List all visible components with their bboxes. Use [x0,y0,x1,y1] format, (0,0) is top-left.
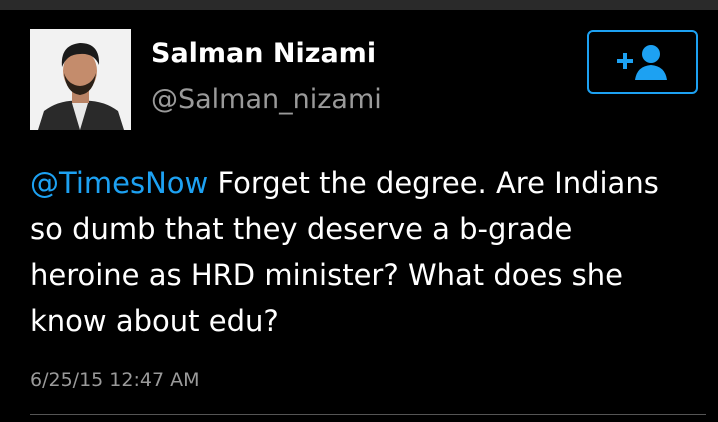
avatar[interactable] [30,29,131,130]
avatar-photo [30,29,131,130]
tweet-text: @TimesNow Forget the degree. Are Indians… [30,160,690,344]
add-user-icon [616,45,667,80]
top-bar [0,0,718,10]
author-name[interactable]: Salman Nizami [151,38,376,69]
follow-button[interactable] [587,30,698,94]
author-handle[interactable]: @Salman_nizami [151,84,382,115]
tweet-timestamp: 6/25/15 12:47 AM [30,369,200,391]
divider [30,414,706,415]
mention-link[interactable]: @TimesNow [30,166,208,200]
